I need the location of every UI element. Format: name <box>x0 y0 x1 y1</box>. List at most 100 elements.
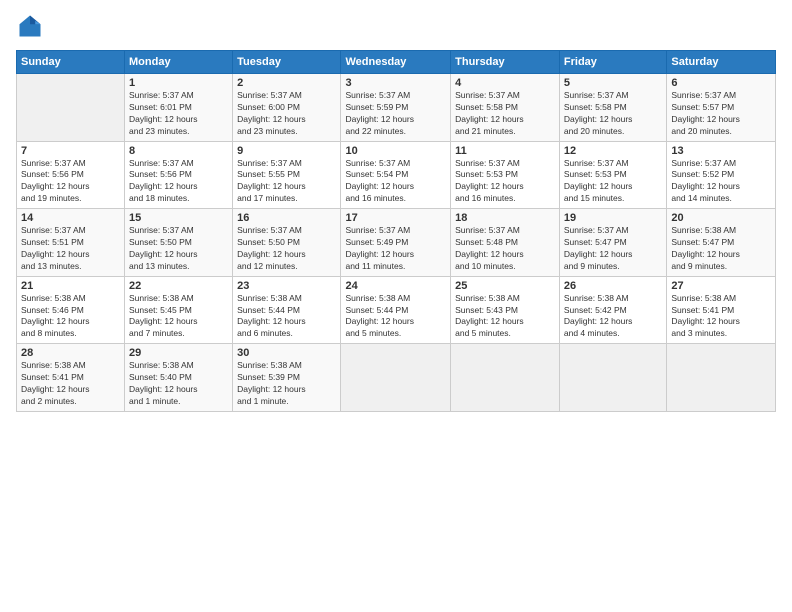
header-cell-tuesday: Tuesday <box>233 51 341 74</box>
day-cell <box>17 74 125 142</box>
day-number: 4 <box>455 77 555 89</box>
day-info: Sunrise: 5:38 AM Sunset: 5:47 PM Dayligh… <box>671 225 771 273</box>
day-info: Sunrise: 5:37 AM Sunset: 5:47 PM Dayligh… <box>564 225 662 273</box>
day-info: Sunrise: 5:38 AM Sunset: 5:41 PM Dayligh… <box>21 360 120 408</box>
day-cell: 20Sunrise: 5:38 AM Sunset: 5:47 PM Dayli… <box>667 209 776 277</box>
day-cell: 28Sunrise: 5:38 AM Sunset: 5:41 PM Dayli… <box>17 344 125 412</box>
day-number: 9 <box>237 145 336 157</box>
day-info: Sunrise: 5:37 AM Sunset: 6:01 PM Dayligh… <box>129 90 228 138</box>
day-info: Sunrise: 5:38 AM Sunset: 5:41 PM Dayligh… <box>671 293 771 341</box>
day-info: Sunrise: 5:38 AM Sunset: 5:46 PM Dayligh… <box>21 293 120 341</box>
week-row-2: 7Sunrise: 5:37 AM Sunset: 5:56 PM Daylig… <box>17 141 776 209</box>
day-cell: 1Sunrise: 5:37 AM Sunset: 6:01 PM Daylig… <box>125 74 233 142</box>
day-number: 7 <box>21 145 120 157</box>
day-cell: 7Sunrise: 5:37 AM Sunset: 5:56 PM Daylig… <box>17 141 125 209</box>
day-cell: 22Sunrise: 5:38 AM Sunset: 5:45 PM Dayli… <box>125 276 233 344</box>
day-number: 28 <box>21 347 120 359</box>
day-info: Sunrise: 5:37 AM Sunset: 5:58 PM Dayligh… <box>455 90 555 138</box>
day-info: Sunrise: 5:37 AM Sunset: 5:50 PM Dayligh… <box>237 225 336 273</box>
day-cell: 13Sunrise: 5:37 AM Sunset: 5:52 PM Dayli… <box>667 141 776 209</box>
day-number: 5 <box>564 77 662 89</box>
day-cell: 24Sunrise: 5:38 AM Sunset: 5:44 PM Dayli… <box>341 276 451 344</box>
day-cell <box>559 344 666 412</box>
day-number: 23 <box>237 280 336 292</box>
day-info: Sunrise: 5:37 AM Sunset: 5:54 PM Dayligh… <box>345 158 446 206</box>
day-cell: 16Sunrise: 5:37 AM Sunset: 5:50 PM Dayli… <box>233 209 341 277</box>
day-cell: 30Sunrise: 5:38 AM Sunset: 5:39 PM Dayli… <box>233 344 341 412</box>
day-number: 22 <box>129 280 228 292</box>
day-number: 24 <box>345 280 446 292</box>
day-cell: 18Sunrise: 5:37 AM Sunset: 5:48 PM Dayli… <box>451 209 560 277</box>
header <box>16 12 776 40</box>
day-number: 16 <box>237 212 336 224</box>
day-number: 27 <box>671 280 771 292</box>
day-info: Sunrise: 5:37 AM Sunset: 5:59 PM Dayligh… <box>345 90 446 138</box>
day-cell: 9Sunrise: 5:37 AM Sunset: 5:55 PM Daylig… <box>233 141 341 209</box>
day-number: 15 <box>129 212 228 224</box>
day-cell: 15Sunrise: 5:37 AM Sunset: 5:50 PM Dayli… <box>125 209 233 277</box>
day-number: 25 <box>455 280 555 292</box>
day-info: Sunrise: 5:37 AM Sunset: 5:55 PM Dayligh… <box>237 158 336 206</box>
day-number: 18 <box>455 212 555 224</box>
day-info: Sunrise: 5:38 AM Sunset: 5:44 PM Dayligh… <box>345 293 446 341</box>
day-info: Sunrise: 5:37 AM Sunset: 5:53 PM Dayligh… <box>564 158 662 206</box>
day-cell: 2Sunrise: 5:37 AM Sunset: 6:00 PM Daylig… <box>233 74 341 142</box>
day-cell: 25Sunrise: 5:38 AM Sunset: 5:43 PM Dayli… <box>451 276 560 344</box>
day-cell: 27Sunrise: 5:38 AM Sunset: 5:41 PM Dayli… <box>667 276 776 344</box>
day-number: 3 <box>345 77 446 89</box>
day-info: Sunrise: 5:37 AM Sunset: 5:56 PM Dayligh… <box>129 158 228 206</box>
day-number: 1 <box>129 77 228 89</box>
day-info: Sunrise: 5:38 AM Sunset: 5:40 PM Dayligh… <box>129 360 228 408</box>
day-info: Sunrise: 5:37 AM Sunset: 5:48 PM Dayligh… <box>455 225 555 273</box>
day-cell: 11Sunrise: 5:37 AM Sunset: 5:53 PM Dayli… <box>451 141 560 209</box>
day-number: 14 <box>21 212 120 224</box>
day-number: 13 <box>671 145 771 157</box>
header-row: SundayMondayTuesdayWednesdayThursdayFrid… <box>17 51 776 74</box>
day-number: 8 <box>129 145 228 157</box>
day-number: 17 <box>345 212 446 224</box>
header-cell-sunday: Sunday <box>17 51 125 74</box>
day-number: 19 <box>564 212 662 224</box>
day-cell <box>341 344 451 412</box>
day-cell: 8Sunrise: 5:37 AM Sunset: 5:56 PM Daylig… <box>125 141 233 209</box>
day-info: Sunrise: 5:37 AM Sunset: 5:56 PM Dayligh… <box>21 158 120 206</box>
day-number: 26 <box>564 280 662 292</box>
day-info: Sunrise: 5:37 AM Sunset: 5:51 PM Dayligh… <box>21 225 120 273</box>
week-row-4: 21Sunrise: 5:38 AM Sunset: 5:46 PM Dayli… <box>17 276 776 344</box>
day-info: Sunrise: 5:37 AM Sunset: 5:50 PM Dayligh… <box>129 225 228 273</box>
day-cell: 3Sunrise: 5:37 AM Sunset: 5:59 PM Daylig… <box>341 74 451 142</box>
day-cell: 21Sunrise: 5:38 AM Sunset: 5:46 PM Dayli… <box>17 276 125 344</box>
day-info: Sunrise: 5:37 AM Sunset: 5:57 PM Dayligh… <box>671 90 771 138</box>
day-info: Sunrise: 5:38 AM Sunset: 5:43 PM Dayligh… <box>455 293 555 341</box>
week-row-1: 1Sunrise: 5:37 AM Sunset: 6:01 PM Daylig… <box>17 74 776 142</box>
header-cell-wednesday: Wednesday <box>341 51 451 74</box>
day-cell: 29Sunrise: 5:38 AM Sunset: 5:40 PM Dayli… <box>125 344 233 412</box>
day-number: 20 <box>671 212 771 224</box>
day-info: Sunrise: 5:37 AM Sunset: 5:58 PM Dayligh… <box>564 90 662 138</box>
day-info: Sunrise: 5:38 AM Sunset: 5:45 PM Dayligh… <box>129 293 228 341</box>
day-info: Sunrise: 5:38 AM Sunset: 5:44 PM Dayligh… <box>237 293 336 341</box>
day-number: 29 <box>129 347 228 359</box>
header-cell-friday: Friday <box>559 51 666 74</box>
day-cell: 17Sunrise: 5:37 AM Sunset: 5:49 PM Dayli… <box>341 209 451 277</box>
header-cell-monday: Monday <box>125 51 233 74</box>
logo <box>16 12 48 40</box>
day-cell: 23Sunrise: 5:38 AM Sunset: 5:44 PM Dayli… <box>233 276 341 344</box>
week-row-5: 28Sunrise: 5:38 AM Sunset: 5:41 PM Dayli… <box>17 344 776 412</box>
day-info: Sunrise: 5:37 AM Sunset: 5:52 PM Dayligh… <box>671 158 771 206</box>
day-cell: 6Sunrise: 5:37 AM Sunset: 5:57 PM Daylig… <box>667 74 776 142</box>
day-info: Sunrise: 5:37 AM Sunset: 5:53 PM Dayligh… <box>455 158 555 206</box>
day-cell <box>667 344 776 412</box>
header-cell-saturday: Saturday <box>667 51 776 74</box>
day-number: 6 <box>671 77 771 89</box>
day-info: Sunrise: 5:38 AM Sunset: 5:39 PM Dayligh… <box>237 360 336 408</box>
day-number: 21 <box>21 280 120 292</box>
day-cell: 19Sunrise: 5:37 AM Sunset: 5:47 PM Dayli… <box>559 209 666 277</box>
day-cell: 10Sunrise: 5:37 AM Sunset: 5:54 PM Dayli… <box>341 141 451 209</box>
day-info: Sunrise: 5:38 AM Sunset: 5:42 PM Dayligh… <box>564 293 662 341</box>
day-cell <box>451 344 560 412</box>
day-cell: 4Sunrise: 5:37 AM Sunset: 5:58 PM Daylig… <box>451 74 560 142</box>
day-number: 30 <box>237 347 336 359</box>
day-cell: 12Sunrise: 5:37 AM Sunset: 5:53 PM Dayli… <box>559 141 666 209</box>
day-number: 2 <box>237 77 336 89</box>
